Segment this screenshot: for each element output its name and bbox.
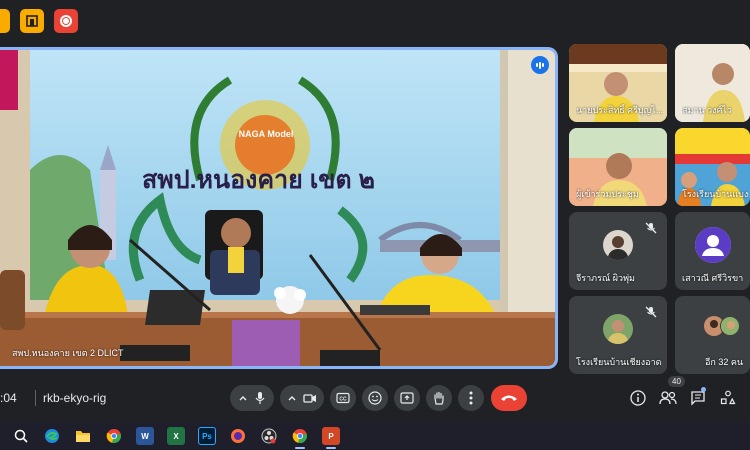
participant-tile[interactable]: จีราภรณ์ ผิวพุ่ม — [569, 212, 667, 290]
mic-icon — [255, 392, 265, 404]
participant-name: สมาน วงศ์ไว — [682, 105, 732, 115]
participant-name: จีราภรณ์ ผิวพุ่ม — [576, 273, 635, 283]
participant-name: นายประสิทธิ์ ศรีบุญไ... — [576, 105, 664, 115]
banner-title: สพป.หนองคาย เขต ๒ — [142, 166, 375, 194]
powerpoint-icon[interactable]: P — [322, 427, 340, 449]
file-explorer-icon[interactable] — [74, 427, 92, 445]
chevron-up-icon[interactable] — [238, 393, 248, 403]
avatar — [603, 229, 633, 260]
speaking-indicator-icon — [531, 56, 549, 74]
captions-icon: CC — [336, 392, 350, 404]
top-activity-icons — [0, 9, 78, 33]
avatar — [720, 316, 740, 336]
main-speaker-video[interactable]: สพป.หนองคาย เขต ๒ NAGA Model สพป.หนองคาย… — [0, 47, 558, 369]
participant-tile[interactable]: นายประสิทธิ์ ศรีบุญไ... — [569, 44, 667, 122]
edge-icon[interactable] — [43, 427, 61, 445]
reactions-button[interactable] — [362, 385, 388, 411]
participant-name: เสาวณี ศรีวิรขา — [682, 273, 744, 283]
whiteboard-icon[interactable] — [20, 9, 44, 33]
logo-text: NAGA Model — [239, 129, 294, 139]
meet-app-icon[interactable] — [0, 9, 10, 33]
people-button[interactable] — [658, 388, 678, 408]
person-avatar-icon — [694, 226, 731, 263]
windows-taskbar: W X Ps P — [0, 422, 750, 450]
raise-hand-button[interactable] — [426, 385, 452, 411]
phone-hangup-icon — [501, 395, 517, 401]
leave-call-button[interactable] — [491, 385, 527, 411]
present-icon — [400, 392, 414, 404]
divider — [35, 390, 36, 406]
participant-tile[interactable]: โรงเรียนบ้านแบง — [675, 128, 750, 206]
info-icon — [630, 390, 646, 406]
camera-icon — [303, 394, 316, 403]
participant-tile[interactable]: เสาวณี ศรีวิรขา — [675, 212, 750, 290]
chrome-icon[interactable] — [291, 427, 309, 449]
word-icon[interactable]: W — [136, 427, 154, 445]
meeting-control-bar: :04 rkb-ekyo-rig CC — [0, 378, 750, 418]
obs-icon[interactable] — [260, 427, 278, 445]
avatar — [603, 313, 633, 344]
emoji-icon — [368, 391, 382, 405]
photoshop-icon[interactable]: Ps — [198, 427, 216, 445]
people-icon — [659, 391, 677, 405]
participant-tile[interactable]: โรงเรียนบ้านเชียงอาด — [569, 296, 667, 374]
meet-window: สพป.หนองคาย เขต ๒ NAGA Model สพป.หนองคาย… — [0, 0, 750, 422]
excel-icon[interactable]: X — [167, 427, 185, 445]
participant-count-badge: 40 — [668, 376, 685, 387]
participant-name: โรงเรียนบ้านเชียงอาด — [576, 357, 662, 367]
chat-notification-dot — [701, 387, 706, 392]
mic-off-icon — [643, 304, 659, 320]
participant-tile[interactable]: สมาน วงศ์ไว — [675, 44, 750, 122]
firefox-icon[interactable] — [229, 427, 247, 445]
activities-icon — [720, 390, 736, 405]
svg-text:CC: CC — [339, 397, 347, 403]
more-participants-label: อีก 32 คน — [705, 357, 744, 367]
activities-button[interactable] — [718, 388, 738, 408]
mic-button[interactable] — [230, 385, 274, 411]
mic-off-icon — [643, 220, 659, 236]
participant-name: ผู้เข้าร่วมประชุม — [576, 189, 639, 199]
hand-icon — [434, 391, 444, 405]
more-participants-tile[interactable]: อีก 32 คน — [675, 296, 750, 374]
meeting-time: :04 — [0, 391, 17, 405]
search-icon[interactable] — [12, 427, 30, 445]
main-speaker-name: สพป.หนองคาย เขต 2 DLICT — [12, 348, 124, 358]
meeting-code: rkb-ekyo-rig — [43, 391, 107, 405]
camera-button[interactable] — [280, 385, 324, 411]
more-vert-icon — [469, 391, 473, 405]
chrome-icon[interactable] — [105, 427, 123, 445]
present-button[interactable] — [394, 385, 420, 411]
participant-name: โรงเรียนบ้านแบง — [682, 189, 749, 199]
recording-icon[interactable] — [54, 9, 78, 33]
chat-icon — [691, 391, 705, 406]
captions-button[interactable]: CC — [330, 385, 356, 411]
participant-tile[interactable]: ผู้เข้าร่วมประชุม — [569, 128, 667, 206]
more-options-button[interactable] — [458, 385, 484, 411]
meeting-info-button[interactable] — [628, 388, 648, 408]
chevron-up-icon[interactable] — [287, 393, 297, 403]
